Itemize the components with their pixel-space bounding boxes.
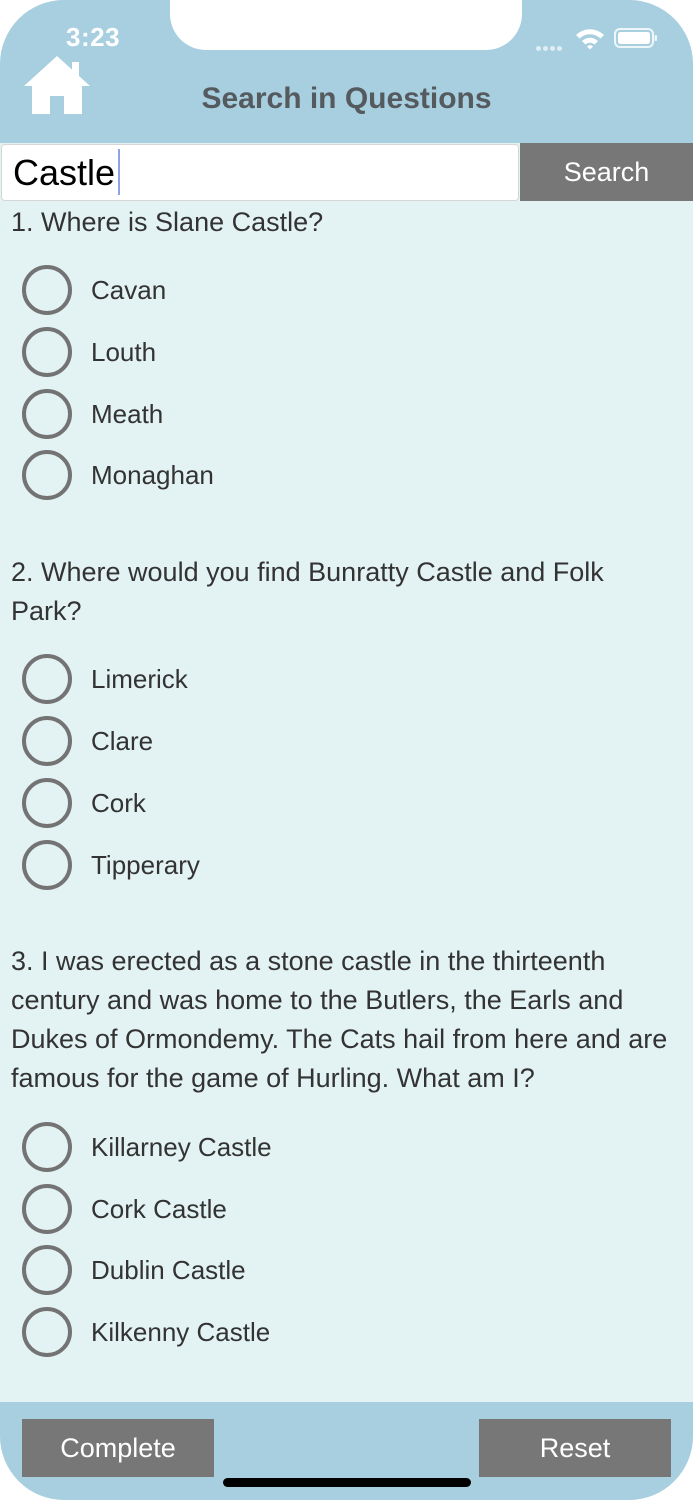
option-label: Dublin Castle	[91, 1255, 246, 1285]
answer-option[interactable]: Monaghan	[22, 450, 662, 502]
radio-button[interactable]	[22, 1307, 72, 1357]
radio-button[interactable]	[22, 265, 72, 315]
option-label: Louth	[91, 337, 157, 367]
search-bar: Search	[0, 143, 693, 201]
radio-button[interactable]	[22, 1184, 72, 1234]
answer-option[interactable]: Louth	[22, 327, 662, 379]
option-label: Cavan	[91, 275, 167, 305]
answer-option[interactable]: Kilkenny Castle	[22, 1307, 662, 1359]
answer-option[interactable]: Dublin Castle	[22, 1245, 662, 1297]
footer-toolbar: Complete Reset	[0, 1402, 693, 1500]
answer-option[interactable]: Limerick	[22, 654, 662, 706]
radio-button[interactable]	[22, 450, 72, 500]
home-indicator[interactable]	[223, 1478, 471, 1487]
option-label: Meath	[91, 399, 164, 429]
question-text: 1. Where is Slane Castle?	[11, 207, 324, 237]
text-caret	[118, 149, 120, 195]
answer-option[interactable]: Killarney Castle	[22, 1122, 662, 1174]
radio-button[interactable]	[22, 389, 72, 439]
search-input[interactable]	[1, 144, 519, 201]
option-label: Cork	[91, 788, 146, 818]
radio-button[interactable]	[22, 654, 72, 704]
radio-button[interactable]	[22, 778, 72, 828]
answer-option[interactable]: Cavan	[22, 265, 662, 317]
radio-button[interactable]	[22, 1122, 72, 1172]
answer-option[interactable]: Tipperary	[22, 840, 662, 892]
battery-icon	[614, 28, 657, 48]
wifi-icon	[576, 29, 604, 50]
option-label: Kilkenny Castle	[91, 1317, 271, 1347]
status-time: 3:23	[66, 22, 121, 52]
radio-button[interactable]	[22, 1245, 72, 1295]
app-screen: 3:23 Search in Questions Search 1. Where…	[0, 0, 693, 1500]
complete-button[interactable]: Complete	[22, 1419, 214, 1477]
radio-button[interactable]	[22, 840, 72, 890]
radio-button[interactable]	[22, 716, 72, 766]
answer-option[interactable]: Cork	[22, 778, 662, 830]
search-button[interactable]: Search	[520, 143, 693, 201]
page-title: Search in Questions	[201, 82, 492, 115]
question-text: 2. Where would you find Bunratty Castle …	[11, 557, 604, 626]
option-label: Monaghan	[91, 460, 214, 490]
answer-option[interactable]: Meath	[22, 389, 662, 441]
option-label: Tipperary	[91, 850, 200, 880]
option-label: Clare	[91, 726, 154, 756]
reset-button[interactable]: Reset	[479, 1419, 671, 1477]
answer-option[interactable]: Clare	[22, 716, 662, 768]
option-label: Cork Castle	[91, 1194, 227, 1224]
option-label: Limerick	[91, 664, 188, 694]
cellular-signal-icon	[536, 38, 568, 51]
navigation-header: 3:23 Search in Questions	[0, 0, 693, 143]
device-notch	[170, 0, 522, 50]
question-text: 3. I was erected as a stone castle in th…	[11, 946, 668, 1093]
option-label: Killarney Castle	[91, 1132, 272, 1162]
radio-button[interactable]	[22, 327, 72, 377]
answer-option[interactable]: Cork Castle	[22, 1184, 662, 1236]
